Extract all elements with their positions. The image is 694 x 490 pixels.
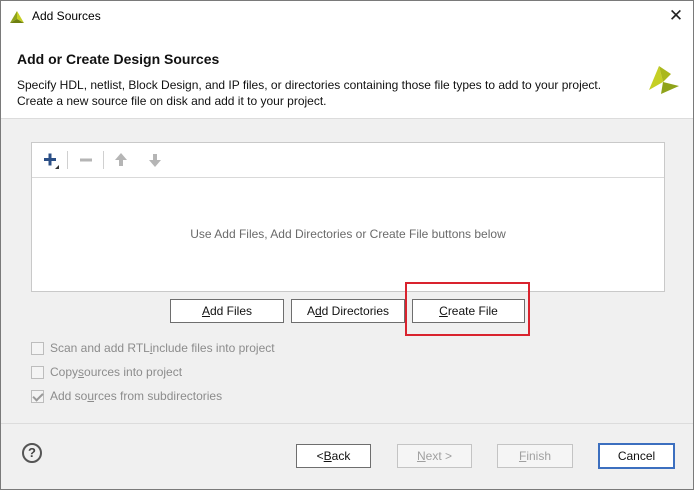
option-add-subdirectories[interactable]: Add so u rces from subdirectories: [31, 387, 222, 405]
add-sources-dialog: Add Sources ✕ Add or Create Design Sourc…: [0, 0, 694, 490]
empty-list-message: Use Add Files, Add Directories or Create…: [190, 227, 506, 241]
window-title: Add Sources: [32, 9, 101, 23]
toolbar-divider: [67, 151, 68, 169]
add-icon[interactable]: [38, 149, 62, 171]
add-files-label: dd Files: [209, 304, 253, 318]
move-down-icon[interactable]: [143, 149, 167, 171]
vivado-logo-icon: [649, 66, 679, 94]
add-directories-label: d Directories: [321, 304, 390, 318]
description-line-1: Specify HDL, netlist, Block Design, and …: [17, 78, 602, 92]
dialog-header: Add or Create Design Sources Specify HDL…: [1, 32, 693, 119]
remove-icon[interactable]: [74, 149, 98, 171]
next-label: ext >: [425, 449, 453, 463]
description-line-2: Create a new source file on disk and add…: [17, 94, 327, 108]
next-button[interactable]: Next >: [397, 444, 472, 468]
create-file-label: reate File: [447, 304, 498, 318]
create-file-button[interactable]: Create File: [412, 299, 525, 323]
finish-mnemonic: F: [518, 449, 527, 463]
back-mnemonic: B: [323, 449, 332, 463]
back-button[interactable]: < Back: [296, 444, 371, 468]
create-file-mnemonic: C: [439, 304, 448, 318]
option-label: nclude files into project: [152, 341, 275, 355]
finish-button[interactable]: Finish: [497, 444, 573, 468]
option-scan-rtl-include[interactable]: Scan and add RTL i nclude files into proj…: [31, 339, 275, 357]
page-title: Add or Create Design Sources: [17, 51, 220, 67]
finish-label: inish: [526, 449, 552, 463]
move-up-icon[interactable]: [109, 149, 133, 171]
option-label-pre: Scan and add RTL: [50, 341, 150, 355]
back-label: ack: [331, 449, 351, 463]
add-directories-label-pre: A: [306, 304, 315, 318]
add-files-button[interactable]: Add Files: [170, 299, 284, 323]
option-label: ources into project: [84, 365, 183, 379]
close-icon[interactable]: ✕: [665, 6, 687, 26]
option-label-pre: Copy: [50, 365, 79, 379]
toolbar-divider: [103, 151, 104, 169]
option-label: rces from subdirectories: [94, 389, 223, 403]
next-mnemonic: N: [416, 449, 426, 463]
option-mnemonic: u: [87, 389, 95, 403]
add-directories-mnemonic: d: [314, 304, 322, 318]
back-label-pre: <: [316, 449, 324, 463]
title-bar: Add Sources ✕: [1, 1, 693, 32]
add-files-mnemonic: A: [201, 304, 210, 318]
sources-toolbar: [32, 143, 664, 178]
option-copy-sources[interactable]: Copy s ources into project: [31, 363, 182, 381]
footer-divider: [1, 423, 693, 424]
help-icon[interactable]: ?: [22, 443, 42, 463]
checkbox[interactable]: [31, 365, 44, 379]
page-description: Specify HDL, netlist, Block Design, and …: [17, 77, 617, 109]
option-label-pre: Add so: [50, 389, 88, 403]
cancel-button[interactable]: Cancel: [598, 443, 675, 469]
sources-panel: Use Add Files, Add Directories or Create…: [31, 142, 665, 292]
checkbox[interactable]: [31, 341, 44, 355]
vivado-app-icon: [10, 11, 24, 23]
checkbox-checked[interactable]: [31, 389, 44, 403]
add-directories-button[interactable]: Add Directories: [291, 299, 405, 323]
